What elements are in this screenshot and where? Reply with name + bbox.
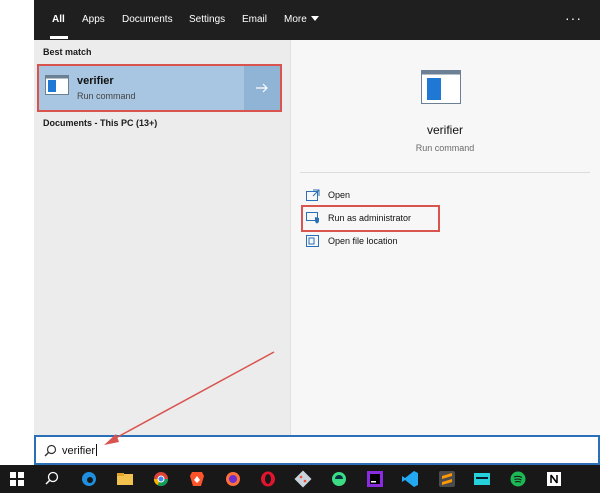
active-tab-indicator — [50, 36, 68, 39]
search-icon — [44, 444, 57, 457]
detail-subtitle: Run command — [415, 143, 475, 153]
best-match-result[interactable]: verifier Run command — [37, 64, 282, 112]
opera-icon[interactable] — [259, 470, 277, 488]
taskbar — [0, 465, 600, 493]
best-match-subtitle: Run command — [77, 91, 136, 101]
more-options-button[interactable]: ··· — [565, 0, 582, 40]
detail-divider — [300, 172, 590, 173]
amazon-music-icon[interactable] — [473, 470, 491, 488]
notion-icon[interactable] — [545, 470, 563, 488]
verifier-app-icon — [45, 75, 69, 95]
search-scope-bar: All Apps Documents Settings Email More ·… — [34, 0, 600, 40]
search-box[interactable]: verifier — [34, 435, 600, 465]
tab-email[interactable]: Email — [242, 0, 267, 40]
open-icon — [306, 189, 320, 201]
git-icon[interactable] — [294, 470, 312, 488]
vscode-icon[interactable] — [401, 470, 419, 488]
detail-title: verifier — [426, 123, 463, 137]
brave-icon[interactable] — [188, 470, 206, 488]
tab-apps[interactable]: Apps — [82, 0, 105, 40]
chevron-down-icon — [310, 16, 319, 21]
open-details-button[interactable] — [244, 66, 280, 110]
tab-more-label: More — [284, 14, 307, 25]
spotify-icon[interactable] — [509, 470, 527, 488]
text-cursor — [96, 444, 98, 456]
best-match-title: verifier — [77, 75, 114, 87]
search-icon[interactable] — [43, 470, 61, 488]
search-input[interactable]: verifier — [62, 444, 98, 457]
arrow-right-icon — [256, 83, 268, 93]
chrome-icon[interactable] — [152, 470, 170, 488]
file-location-icon — [306, 235, 319, 247]
firefox-icon[interactable] — [224, 470, 242, 488]
file-explorer-icon[interactable] — [116, 470, 134, 488]
edge-icon[interactable] — [80, 470, 98, 488]
verifier-large-icon — [421, 70, 461, 104]
desktop-edge — [0, 0, 34, 465]
windows-start-icon[interactable] — [8, 470, 26, 488]
tab-more[interactable]: More — [284, 0, 319, 40]
sublime-icon[interactable] — [438, 470, 456, 488]
open-file-location-label: Open file location — [328, 236, 398, 246]
tab-documents[interactable]: Documents — [122, 0, 173, 40]
jetbrains-icon[interactable] — [366, 470, 384, 488]
documents-heading[interactable]: Documents - This PC (13+) — [43, 118, 157, 128]
search-query-text: verifier — [62, 445, 96, 457]
android-studio-icon[interactable] — [330, 470, 348, 488]
tab-all[interactable]: All — [52, 0, 65, 40]
highlight-box — [301, 205, 440, 232]
best-match-heading: Best match — [43, 47, 92, 57]
open-label: Open — [328, 190, 351, 200]
tab-settings[interactable]: Settings — [189, 0, 225, 40]
